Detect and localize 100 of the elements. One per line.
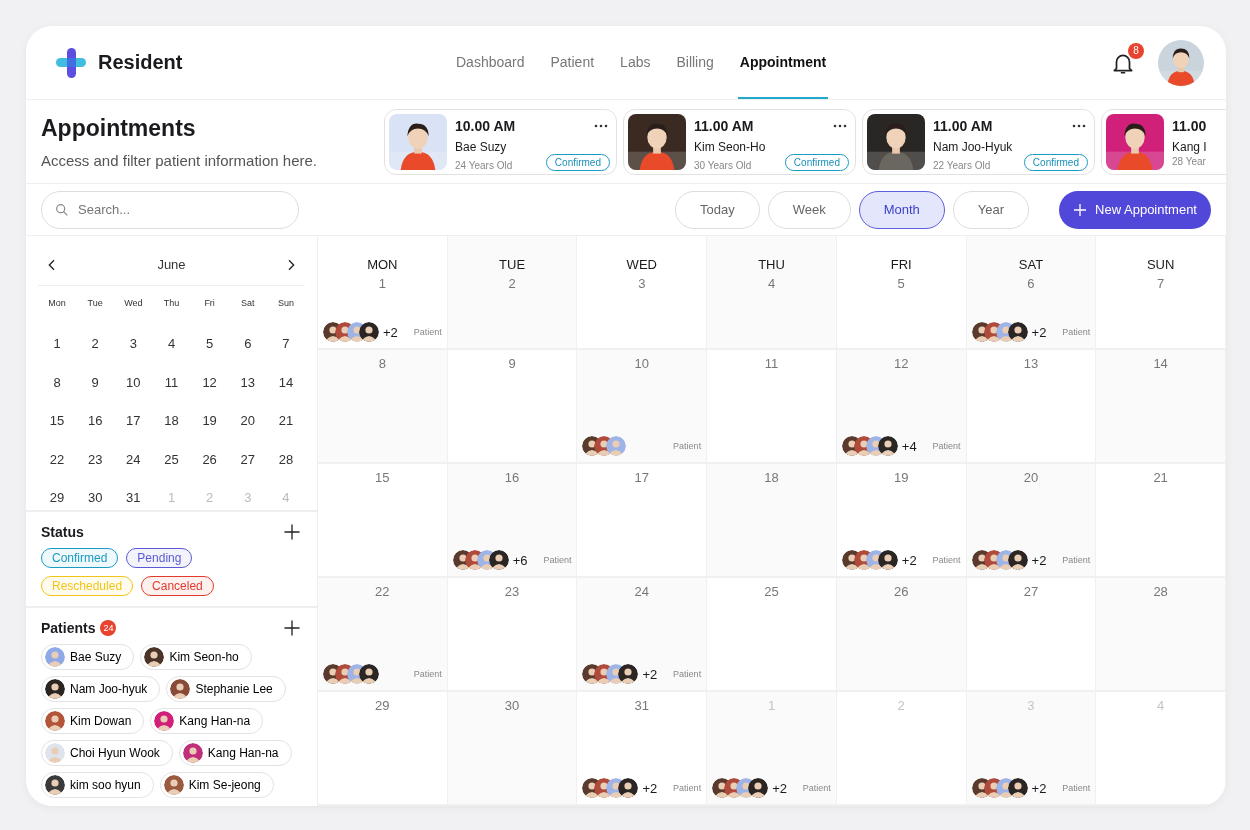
calendar-day[interactable]: 30 — [83, 486, 107, 510]
appointment-card[interactable]: 11.00 AM Kim Seon-Ho 30 Years Old Confirmed — [623, 108, 856, 175]
more-icon[interactable] — [1072, 123, 1086, 128]
calendar-day[interactable]: 7 — [278, 332, 294, 356]
appointment-card[interactable]: 11.00 Kang I 28 Year — [1101, 108, 1226, 175]
weekday-label: TUE — [499, 257, 526, 272]
view-tab[interactable]: Month — [858, 190, 945, 229]
calendar-cell[interactable]: 8 — [318, 350, 448, 464]
calendar-day[interactable]: 1 — [49, 332, 65, 356]
add-button[interactable] — [282, 618, 302, 638]
patient-chip[interactable]: Choi Hyun Wook — [41, 740, 173, 766]
calendar-day[interactable]: 12 — [198, 370, 221, 394]
calendar-day[interactable]: 16 — [83, 409, 107, 433]
patient-chip[interactable]: Kim Seon-ho — [140, 644, 252, 670]
patient-chip[interactable]: Kang Han-na — [178, 740, 292, 766]
avatar-icon — [1007, 778, 1028, 798]
calendar-day[interactable]: 9 — [87, 370, 103, 394]
view-tab[interactable]: Week — [767, 190, 851, 229]
calendar-cell[interactable]: 28 — [1096, 578, 1226, 692]
calendar-cell[interactable]: 18 — [707, 464, 837, 578]
calendar-day[interactable]: 29 — [45, 486, 69, 510]
calendar-day[interactable]: 19 — [198, 409, 221, 433]
calendar-cell[interactable]: 16 +6 Patient — [447, 464, 578, 578]
day-number: 17 — [634, 470, 649, 485]
brand-name: Resident — [98, 51, 183, 74]
status-tag[interactable]: Pending — [126, 548, 193, 568]
add-button[interactable] — [282, 522, 302, 542]
avatar-icon — [606, 436, 627, 456]
more-icon[interactable] — [833, 123, 847, 128]
event-label: Patient — [413, 669, 442, 679]
calendar-day[interactable]: 8 — [49, 370, 65, 394]
calendar-day[interactable]: 31 — [122, 486, 145, 510]
nav-tab[interactable]: Labs — [618, 26, 653, 99]
calendar-cell[interactable]: 24 +2 Patient — [577, 578, 708, 692]
calendar-day[interactable]: 14 — [274, 370, 298, 394]
avatar-icon — [877, 436, 898, 456]
event-label: Patient — [932, 441, 961, 451]
patient-chip[interactable]: kim soo hyun — [41, 772, 154, 798]
calendar-cell[interactable]: 22 Patient — [318, 578, 448, 692]
weekday-label: FRI — [890, 257, 912, 272]
calendar-day[interactable]: 11 — [160, 370, 183, 394]
event-label: Patient — [673, 441, 702, 451]
patient-chip[interactable]: Kim Dowan — [41, 708, 145, 734]
day-number: 2 — [897, 698, 905, 713]
calendar-day[interactable]: 18 — [160, 409, 183, 433]
calendar-cell[interactable]: 20 +2 Patient — [966, 464, 1097, 578]
calendar-cell[interactable]: 26 — [836, 578, 967, 692]
calendar-day[interactable]: 5 — [202, 332, 218, 356]
calendar-day[interactable]: 22 — [45, 447, 69, 471]
patient-name: Nam Joo-Hyuk — [933, 139, 1014, 154]
event-label: Patient — [932, 555, 961, 565]
weekday-label: SAT — [1018, 257, 1044, 272]
view-tab[interactable]: Today — [674, 190, 760, 229]
calendar-day[interactable]: 15 — [45, 409, 69, 433]
patient-chip[interactable]: Nam Joo-hyuk — [41, 676, 161, 702]
day-number: 30 — [504, 698, 520, 713]
avatar-icon — [748, 778, 769, 798]
calendar-day[interactable]: 26 — [198, 447, 221, 471]
day-number: 10 — [634, 356, 649, 371]
patient-chip[interactable]: Kim Se-jeong — [159, 772, 274, 798]
patient-name: Kang I — [1172, 139, 1208, 154]
calendar-day[interactable]: 17 — [122, 409, 145, 433]
nav-tab[interactable]: Patient — [548, 26, 597, 99]
nav-tab[interactable]: Billing — [674, 26, 716, 99]
calendar-day[interactable]: 28 — [274, 447, 298, 471]
calendar-cell[interactable]: 14 — [1096, 350, 1226, 464]
appointment-card[interactable]: 11.00 AM Nam Joo-Hyuk 22 Years Old Confirmed — [862, 108, 1095, 175]
calendar-cell[interactable]: 30 — [447, 692, 578, 806]
more-count: +4 — [901, 438, 917, 454]
calendar-cell[interactable]: 4 — [707, 272, 837, 350]
calendar-day[interactable]: 3 — [125, 332, 141, 356]
new-appointment-button[interactable]: New Appointment — [1059, 190, 1211, 229]
appointment-card[interactable]: 10.00 AM Bae Suzy 24 Years Old Confirmed — [384, 108, 617, 175]
calendar-cell[interactable]: 12 +4 Patient — [836, 350, 967, 464]
calendar-day[interactable]: 4 — [163, 332, 180, 356]
calendar-day[interactable]: 27 — [236, 447, 259, 471]
calendar-day[interactable]: 10 — [122, 370, 145, 394]
patient-chip[interactable]: Bae Suzy — [41, 644, 135, 670]
nav-tab[interactable]: Dashboard — [454, 26, 527, 99]
patient-name: Kim Seon-Ho — [694, 139, 767, 154]
nav-tab[interactable]: Appointment — [737, 26, 829, 99]
calendar-day[interactable]: 24 — [122, 447, 145, 471]
view-tab[interactable]: Year — [952, 190, 1030, 229]
calendar-day[interactable]: 13 — [236, 370, 259, 394]
day-number: 19 — [893, 470, 909, 485]
calendar-day[interactable]: 21 — [274, 409, 298, 433]
calendar-day[interactable]: 25 — [160, 447, 183, 471]
calendar-cell[interactable]: 2 — [447, 272, 578, 350]
calendar-cell[interactable]: 10 Patient — [577, 350, 708, 464]
notification-badge: 8 — [1128, 42, 1144, 59]
calendar-day[interactable]: 20 — [236, 409, 259, 433]
more-icon[interactable] — [594, 123, 608, 128]
calendar-day[interactable]: 23 — [83, 447, 107, 471]
calendar-cell[interactable]: 6 +2 Patient — [966, 272, 1097, 350]
patient-chip[interactable]: Kang Han-na — [150, 708, 264, 734]
patient-chip[interactable]: Stephanie Lee — [166, 676, 286, 702]
status-tag[interactable]: Canceled — [141, 576, 214, 596]
calendar-day[interactable]: 2 — [87, 332, 103, 356]
calendar-day[interactable]: 6 — [240, 332, 256, 356]
event-label: Patient — [802, 783, 831, 793]
